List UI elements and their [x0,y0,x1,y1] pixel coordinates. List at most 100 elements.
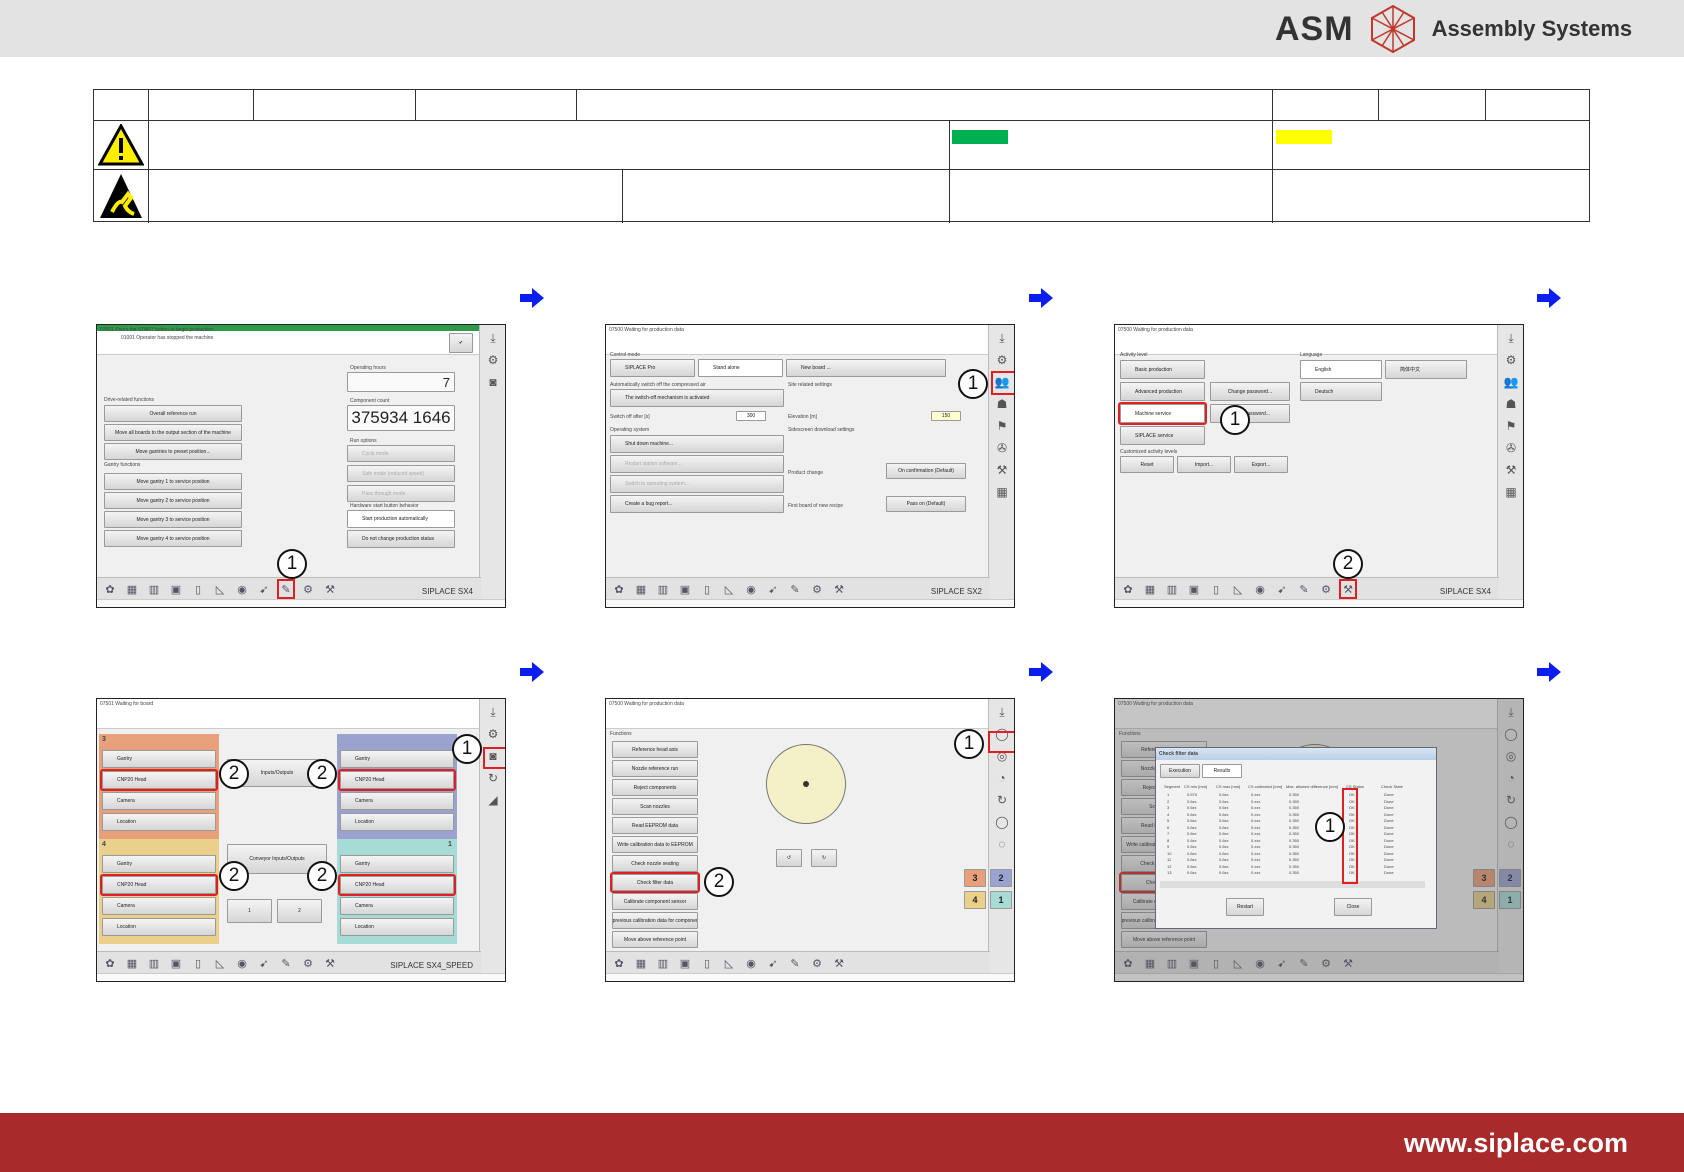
taskbar-icon[interactable]: ▦ [123,581,141,597]
head-function-button[interactable]: Nozzle reference run [612,760,698,777]
toolbar-tool-icon[interactable]: ⚑ [992,417,1012,435]
no-change-radio[interactable]: Do not change production status [347,530,455,548]
taskbar-icon[interactable]: ▦ [123,955,141,971]
taskbar-icon[interactable]: ◉ [233,955,251,971]
taskbar-icon[interactable]: ⚙ [299,581,317,597]
segment-button[interactable]: Camera [102,792,216,810]
segment-button[interactable]: CNP20 Head [100,874,218,896]
taskbar-icon[interactable]: ▯ [698,581,716,597]
taskbar-icon[interactable]: ▣ [167,955,185,971]
product-change-dropdown[interactable]: On confirmation (Default) [886,463,966,479]
activity-level-button[interactable]: SIPLACE service [1120,426,1205,445]
toolbar-tool-icon[interactable]: ⤓ [483,703,503,721]
head-function-button[interactable]: Check filter data [610,872,700,893]
taskbar-icon[interactable]: ➹ [255,955,273,971]
run-option-checkbox[interactable]: Cycle mode [347,445,455,462]
taskbar-icon[interactable]: ◉ [742,955,760,971]
head-function-button[interactable]: Reference head axis [612,741,698,758]
activity-level-button[interactable]: Machine service [1118,402,1207,425]
segment-button[interactable]: CNP20 Head [100,769,218,791]
taskbar-icon[interactable]: ✿ [1119,581,1137,597]
taskbar-icon[interactable]: ▥ [654,581,672,597]
segment-button[interactable]: CNP20 Head [338,874,456,896]
toolbar-tool-icon[interactable]: ▦ [992,483,1012,501]
toolbar-tool-icon[interactable]: ◙ [483,373,503,391]
taskbar-icon[interactable]: ▣ [1185,581,1203,597]
machine-function-button[interactable]: Move gantries to preset position... [104,443,242,460]
language-english-radio[interactable]: English [1300,360,1382,379]
taskbar-icon[interactable]: ▥ [654,955,672,971]
os-button[interactable]: Create a bug report... [610,495,784,513]
taskbar-icon[interactable]: ◺ [211,581,229,597]
taskbar-icon[interactable]: ▣ [676,581,694,597]
taskbar-icon[interactable]: ◉ [1251,581,1269,597]
toolbar-tool-icon[interactable]: ⚙ [483,725,503,743]
toolbar-tool-icon[interactable]: ⤓ [992,703,1012,721]
taskbar-icon[interactable]: ◺ [720,955,738,971]
segment-button[interactable]: Camera [340,792,454,810]
machine-function-button[interactable]: Move gantry 1 to service position [104,473,242,490]
taskbar-icon[interactable]: ⚒ [321,955,339,971]
change-password-button[interactable]: Change password... [1210,382,1290,401]
segment-select-button[interactable]: 4 [964,891,986,909]
stand-alone-button[interactable]: Stand alone [698,359,783,377]
segment-button[interactable]: Gantry [340,855,454,873]
taskbar-icon[interactable]: ◺ [211,955,229,971]
head-function-button[interactable]: Calibrate component sensor [612,893,698,910]
toolbar-tool-icon[interactable]: ⚒ [992,461,1012,479]
segment-select-button[interactable]: 3 [964,869,986,887]
taskbar-icon[interactable]: ◺ [720,581,738,597]
toolbar-tool-icon[interactable]: ⚙ [1501,351,1521,369]
segment-button[interactable]: Camera [102,897,216,915]
toolbar-tool-icon[interactable]: ▦ [1501,483,1521,501]
first-board-dropdown[interactable]: Pass on (Default) [886,496,966,512]
taskbar-icon[interactable]: ➹ [764,581,782,597]
custom-level-button[interactable]: Export... [1234,456,1288,473]
taskbar-icon[interactable]: ⚙ [808,581,826,597]
segment-button[interactable]: Location [340,918,454,936]
taskbar-icon[interactable]: ✎ [786,955,804,971]
machine-function-button[interactable]: Move all boards to the output section of… [104,424,242,441]
toolbar-tool-icon[interactable]: ◢ [483,791,503,809]
taskbar-icon[interactable]: ▦ [632,581,650,597]
toolbar-tool-icon[interactable]: ↻ [992,791,1012,809]
taskbar-icon[interactable]: ⚙ [808,955,826,971]
os-button[interactable]: Shut down machine... [610,435,784,453]
tab-results[interactable]: Results [1202,764,1242,778]
segment-select-button[interactable]: 1 [990,891,1012,909]
head-function-button[interactable]: Reject components [612,779,698,796]
toolbar-tool-icon[interactable]: ⚙ [483,351,503,369]
taskbar-icon[interactable]: ⚙ [1317,581,1335,597]
taskbar-icon[interactable]: ▯ [189,955,207,971]
taskbar-icon[interactable]: ◺ [1229,581,1247,597]
head-function-button[interactable]: Write calibration data to EEPROM [612,836,698,853]
head-function-button[interactable]: Activate previous calibration data for c… [612,912,698,929]
head-function-button[interactable]: Check nozzle seating [612,855,698,872]
siplace-pro-button[interactable]: SIPLACE Pro [610,359,695,377]
toolbar-tool-icon[interactable]: ⚙ [992,351,1012,369]
start-automatically-radio[interactable]: Start production automatically [347,510,455,528]
segment-button[interactable]: Gantry [102,750,216,768]
rotate-right-button[interactable]: ↻ [811,849,837,867]
toolbar-tool-icon[interactable]: ✇ [992,439,1012,457]
head-function-button[interactable]: Move above reference point [612,931,698,948]
toolbar-tool-icon[interactable]: ☗ [1501,395,1521,413]
taskbar-icon[interactable]: ◉ [233,581,251,597]
new-board-button[interactable]: New board ... [786,359,946,377]
activity-level-button[interactable]: Basic production [1120,360,1205,379]
taskbar-icon[interactable]: ▣ [167,581,185,597]
head-function-button[interactable]: Read EEPROM data [612,817,698,834]
taskbar-icon[interactable]: ⚒ [830,581,848,597]
taskbar-icon[interactable]: ▯ [1207,581,1225,597]
taskbar-icon[interactable]: ▦ [1141,581,1159,597]
toolbar-tool-icon[interactable]: ⚑ [1501,417,1521,435]
toolbar-tool-icon[interactable]: ◌ [992,835,1012,853]
conveyor-2-button[interactable]: 2 [277,899,322,923]
taskbar-icon[interactable]: ▣ [676,955,694,971]
tab-execution[interactable]: Execution [1160,764,1200,778]
segment-button[interactable]: Location [102,918,216,936]
taskbar-icon[interactable]: ◉ [742,581,760,597]
run-option-checkbox[interactable]: Pass through mode [347,485,455,502]
machine-function-button[interactable]: Move gantry 4 to service position [104,530,242,547]
restart-button[interactable]: Restart [1226,898,1264,916]
